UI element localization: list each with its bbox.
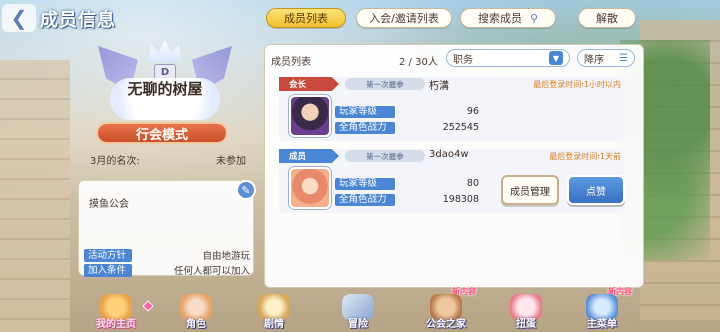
member-manage-button[interactable]: 成员管理 [501, 175, 559, 205]
search-icon: ⚲ [529, 11, 539, 25]
nav-main-menu[interactable]: 新内容 主菜单 [570, 287, 634, 332]
member-manage-label: 成员管理 [510, 186, 550, 198]
monthly-rank-row: 3月的名次: 未参加 [84, 150, 252, 168]
page-title: 成员信息 [40, 10, 116, 31]
tab-label: 搜索成员 [477, 12, 522, 25]
total-power-value: 198308 [442, 194, 479, 205]
nav-label: 角色 [186, 319, 206, 330]
nav-character[interactable]: 角色 [164, 292, 228, 332]
tab-label: 入会/邀请列表 [369, 12, 439, 25]
total-power-label: 全角色战力 [335, 121, 395, 134]
nav-gacha[interactable]: 扭蛋 [494, 292, 558, 332]
nav-label: 主菜单 [587, 319, 617, 330]
join-condition-row: 加入条件 任何人都可以加入 [84, 263, 250, 277]
member-card-member: 成员 第一次握拳 3dao4w 最后登录时间:1天前 玩家等级 80 全角色战力… [279, 149, 625, 213]
policy-row: 活动方针 自由地游玩 [84, 248, 250, 262]
like-button[interactable]: 点赞 [567, 175, 625, 205]
nav-adventure[interactable]: 冒险 [326, 292, 390, 332]
nav-my-home[interactable]: 我的主页 [84, 292, 148, 332]
player-level-value: 80 [466, 178, 479, 189]
header-bar: ❮ 成员信息 成员列表 入会/邀请列表 搜索成员 ⚲ 解散 [0, 0, 720, 36]
title-badge: 第一次握拳 [345, 150, 425, 162]
title-badge: 第一次握拳 [345, 78, 425, 90]
back-button[interactable]: ❮ [2, 4, 36, 32]
nav-label: 扭蛋 [516, 319, 536, 330]
role-tag-leader: 会长 [279, 77, 339, 91]
total-power-row: 全角色战力 252545 [335, 121, 479, 134]
guild-mode-label: 行会模式 [135, 127, 188, 143]
total-power-row: 全角色战力 198308 [335, 193, 479, 206]
last-login-time: 最后登录时间:1小时以内 [533, 80, 621, 89]
monthly-rank-label: 3月的名次: [90, 155, 140, 167]
total-power-label: 全角色战力 [335, 193, 395, 206]
back-arrow-icon: ❮ [10, 6, 28, 30]
nav-label: 剧情 [264, 319, 284, 330]
edit-description-button[interactable]: ✎ [236, 180, 256, 200]
guild-description: 摸鱼公会 [89, 199, 129, 210]
sort-lines-icon: ☰ [619, 52, 628, 64]
sort-dropdown-value: 职务 [453, 54, 473, 66]
member-name: 朽溝 [429, 81, 449, 92]
background-stone-wall-left [0, 60, 70, 332]
player-level-row: 玩家等级 96 [335, 105, 479, 118]
policy-label: 活动方针 [84, 248, 132, 262]
disband-label: 解散 [596, 12, 618, 25]
member-count: 2 / 30人 [399, 56, 438, 68]
order-label: 降序 [584, 54, 604, 66]
tab-search-member[interactable]: 搜索成员 ⚲ [460, 8, 556, 28]
order-toggle-button[interactable]: 降序 ☰ [577, 49, 635, 67]
pencil-icon: ✎ [241, 183, 251, 197]
monthly-rank-value: 未参加 [216, 155, 246, 167]
member-name: 3dao4w [429, 149, 469, 160]
disband-button[interactable]: 解散 [578, 8, 636, 28]
player-level-value: 96 [466, 106, 479, 117]
player-level-row: 玩家等级 80 [335, 177, 479, 190]
join-condition-label: 加入条件 [84, 263, 132, 277]
member-list-panel: 成员列表 2 / 30人 职务 ▼ 降序 ☰ 会长 第一次握拳 朽溝 最后登录时… [264, 44, 644, 288]
player-level-label: 玩家等级 [335, 177, 395, 190]
member-avatar[interactable] [289, 95, 331, 137]
nav-guild-house[interactable]: 新内容 公会之家 [414, 287, 478, 332]
member-list-label: 成员列表 [271, 56, 311, 68]
guild-name: 无聊的树屋 [127, 80, 203, 98]
guild-mode-button[interactable]: 行会模式 [96, 122, 228, 144]
nav-story[interactable]: 剧情 [242, 292, 306, 332]
chevron-down-icon: ▼ [549, 51, 563, 65]
nav-label: 公会之家 [426, 319, 466, 330]
player-level-label: 玩家等级 [335, 105, 395, 118]
nav-label: 我的主页 [96, 319, 136, 330]
nav-label: 冒险 [348, 319, 368, 330]
member-avatar[interactable] [289, 167, 331, 209]
tab-join-invite-list[interactable]: 入会/邀请列表 [356, 8, 452, 28]
last-login-time: 最后登录时间:1天前 [549, 152, 621, 161]
join-condition-value: 任何人都可以加入 [173, 266, 250, 277]
tab-label: 成员列表 [284, 12, 328, 25]
like-label: 点赞 [586, 186, 606, 198]
bottom-navigation: 我的主页 角色 剧情 冒险 新内容 公会之家 扭蛋 新内容 主菜单 [70, 287, 650, 332]
policy-value: 自由地游玩 [202, 251, 250, 262]
tab-member-list[interactable]: 成员列表 [266, 8, 346, 28]
crown-icon [148, 40, 182, 62]
total-power-value: 252545 [442, 122, 479, 133]
member-card-leader: 会长 第一次握拳 朽溝 最后登录时间:1小时以内 玩家等级 96 全角色战力 2… [279, 77, 625, 141]
role-tag-member: 成员 [279, 149, 339, 163]
sort-dropdown[interactable]: 职务 ▼ [446, 49, 570, 67]
